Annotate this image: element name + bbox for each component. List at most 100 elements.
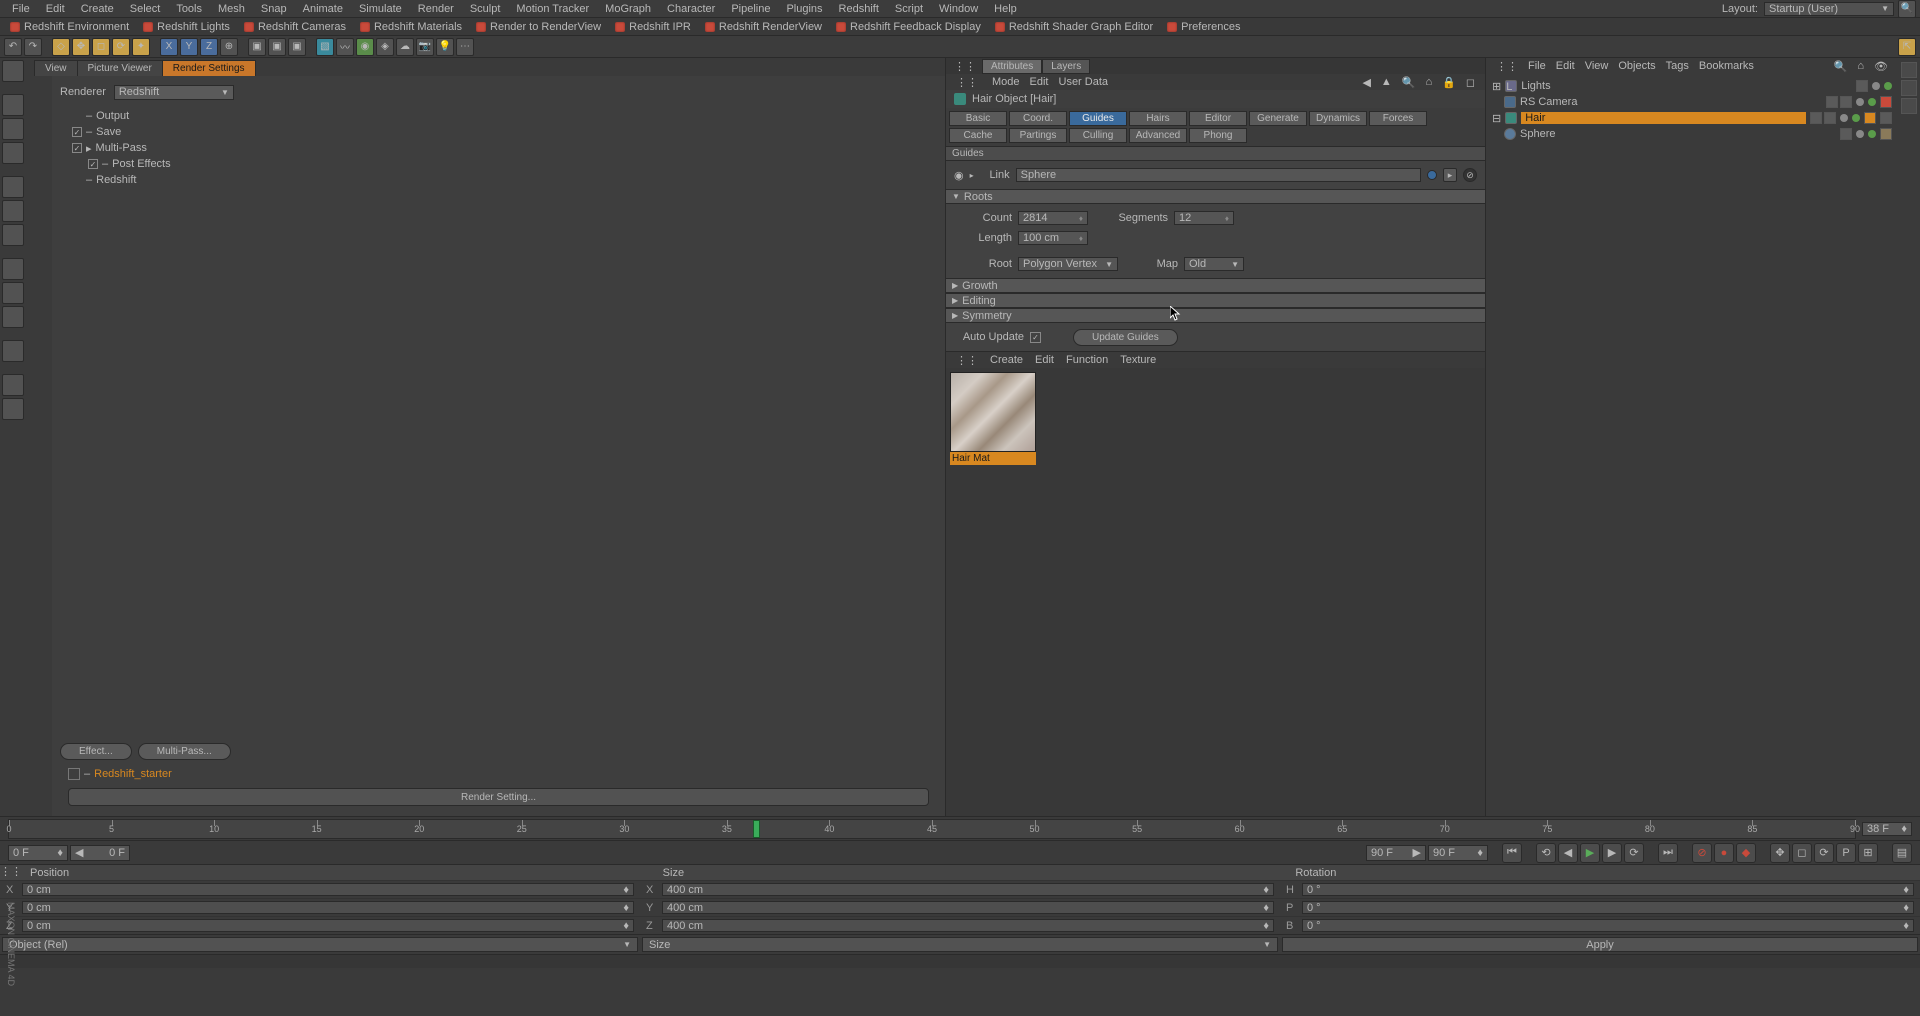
segments-input[interactable]: 12♦ xyxy=(1174,211,1234,225)
dock-btn-3[interactable] xyxy=(1901,98,1917,114)
menu-character[interactable]: Character xyxy=(659,1,723,17)
nav-lock-icon[interactable]: 🔒 xyxy=(1442,76,1456,89)
rs-renderview[interactable]: Redshift RenderView xyxy=(699,20,828,34)
pla-key-button[interactable]: ⊞ xyxy=(1858,843,1878,863)
om-bookmarks[interactable]: Bookmarks xyxy=(1699,60,1754,72)
om-edit[interactable]: Edit xyxy=(1556,60,1575,72)
ptab-forces[interactable]: Forces xyxy=(1369,111,1427,126)
visibility-toggle[interactable] xyxy=(1868,130,1876,138)
checkbox-icon[interactable]: ✓ xyxy=(72,143,82,153)
tree-multipass[interactable]: ✓▸Multi-Pass xyxy=(60,140,937,156)
mat-menu-texture[interactable]: Texture xyxy=(1120,354,1156,366)
polygon-mode[interactable] xyxy=(2,224,24,246)
menu-script[interactable]: Script xyxy=(887,1,931,17)
menu-motion-tracker[interactable]: Motion Tracker xyxy=(508,1,597,17)
select-tool[interactable]: ◇ xyxy=(52,38,70,56)
pos-z-input[interactable]: 0 cm♦ xyxy=(22,919,634,932)
rs-ipr[interactable]: Redshift IPR xyxy=(609,20,697,34)
dock-button[interactable]: ⇱ xyxy=(1898,38,1916,56)
om-search-icon[interactable]: 🔍 xyxy=(1834,60,1848,73)
menu-animate[interactable]: Animate xyxy=(295,1,351,17)
tab-view[interactable]: View xyxy=(34,60,78,76)
menu-help[interactable]: Help xyxy=(986,1,1025,17)
tree-item-hair[interactable]: ⊟ Hair xyxy=(1492,110,1892,126)
model-mode[interactable] xyxy=(2,94,24,116)
apply-button[interactable]: Apply xyxy=(1282,937,1918,952)
autokey-button[interactable]: ● xyxy=(1714,843,1734,863)
menu-snap[interactable]: Snap xyxy=(253,1,295,17)
rs-tag-icon[interactable] xyxy=(1880,96,1892,108)
menu-redshift[interactable]: Redshift xyxy=(831,1,887,17)
tree-item-camera[interactable]: RS Camera xyxy=(1492,94,1892,110)
undo-button[interactable]: ↶ xyxy=(4,38,22,56)
redo-button[interactable]: ↷ xyxy=(24,38,42,56)
prev-frame-button[interactable]: ◀ xyxy=(1558,843,1578,863)
om-tags[interactable]: Tags xyxy=(1666,60,1689,72)
section-growth[interactable]: ▶Growth xyxy=(946,278,1485,293)
z-axis-lock[interactable]: Z xyxy=(200,38,218,56)
scale-tool[interactable]: ◻ xyxy=(92,38,110,56)
section-editing[interactable]: ▶Editing xyxy=(946,293,1485,308)
preset-row[interactable]: – Redshift_starter xyxy=(60,764,937,784)
visibility-toggle[interactable] xyxy=(1884,82,1892,90)
tweak-mode[interactable] xyxy=(2,306,24,328)
texture-mode[interactable] xyxy=(2,118,24,140)
pos-y-input[interactable]: 0 cm♦ xyxy=(22,901,634,914)
dock-btn-2[interactable] xyxy=(1901,80,1917,96)
search-icon[interactable]: 🔍 xyxy=(1898,0,1916,18)
mat-menu-function[interactable]: Function xyxy=(1066,354,1108,366)
om-objects[interactable]: Objects xyxy=(1618,60,1655,72)
tree-redshift[interactable]: –Redshift xyxy=(60,172,937,188)
ptab-coord[interactable]: Coord. xyxy=(1009,111,1067,126)
light-tool[interactable]: 💡 xyxy=(436,38,454,56)
deformer-tool[interactable]: ◈ xyxy=(376,38,394,56)
environment-tool[interactable]: ☁ xyxy=(396,38,414,56)
menu-pipeline[interactable]: Pipeline xyxy=(723,1,778,17)
visibility-toggle[interactable] xyxy=(1852,114,1860,122)
menu-tools[interactable]: Tools xyxy=(168,1,210,17)
menu-plugins[interactable]: Plugins xyxy=(778,1,830,17)
size-mode-select[interactable]: Size▼ xyxy=(642,937,1278,952)
tree-item-sphere[interactable]: Sphere xyxy=(1492,126,1892,142)
current-frame-field[interactable]: 38 F♦ xyxy=(1862,822,1912,836)
coord-system[interactable]: ⊕ xyxy=(220,38,238,56)
layer-tag-icon[interactable] xyxy=(1840,128,1852,140)
next-frame-button[interactable]: ▶ xyxy=(1602,843,1622,863)
ptab-basic[interactable]: Basic xyxy=(949,111,1007,126)
link-pick-icon[interactable]: ▸ xyxy=(1443,168,1457,182)
render-picture[interactable]: ▣ xyxy=(268,38,286,56)
ptab-editor[interactable]: Editor xyxy=(1189,111,1247,126)
end-frame-field[interactable]: 90 F♦ xyxy=(1428,845,1488,861)
tag-icon[interactable] xyxy=(1824,112,1836,124)
link-clear-icon[interactable]: ⊘ xyxy=(1463,168,1477,182)
checkbox-icon[interactable]: ✓ xyxy=(88,159,98,169)
nav-home-icon[interactable]: ⌂ xyxy=(1426,76,1433,88)
link-goto-icon[interactable] xyxy=(1427,170,1437,180)
layer-tag-icon[interactable] xyxy=(1810,112,1822,124)
rot-key-button[interactable]: ⟳ xyxy=(1814,843,1834,863)
soft-select[interactable] xyxy=(2,282,24,304)
tab-picture-viewer[interactable]: Picture Viewer xyxy=(77,60,163,76)
multipass-button[interactable]: Multi-Pass... xyxy=(138,743,231,760)
workplane-mode[interactable] xyxy=(2,142,24,164)
rs-feedback[interactable]: Redshift Feedback Display xyxy=(830,20,987,34)
y-axis-lock[interactable]: Y xyxy=(180,38,198,56)
ptab-dynamics[interactable]: Dynamics xyxy=(1309,111,1367,126)
workplane-snap[interactable] xyxy=(2,398,24,420)
effect-button[interactable]: Effect... xyxy=(60,743,132,760)
phong-tag-icon[interactable] xyxy=(1880,128,1892,140)
layer-tag-icon[interactable] xyxy=(1856,80,1868,92)
om-eye-icon[interactable]: 👁 xyxy=(1874,60,1888,73)
rs-preferences[interactable]: Preferences xyxy=(1161,20,1246,34)
menu-sculpt[interactable]: Sculpt xyxy=(462,1,509,17)
tree-output[interactable]: –Output xyxy=(60,108,937,124)
x-axis-lock[interactable]: X xyxy=(160,38,178,56)
rs-render-to-view[interactable]: Render to RenderView xyxy=(470,20,607,34)
tag-icon[interactable] xyxy=(1840,96,1852,108)
prev-key-button[interactable]: ⟲ xyxy=(1536,843,1556,863)
rs-materials[interactable]: Redshift Materials xyxy=(354,20,468,34)
next-key-button[interactable]: ⟳ xyxy=(1624,843,1644,863)
link-radio-icon[interactable]: ◉ xyxy=(954,169,964,182)
goto-end-button[interactable]: ⏭ xyxy=(1658,843,1678,863)
material-swatch[interactable]: Hair Mat xyxy=(950,372,1036,465)
